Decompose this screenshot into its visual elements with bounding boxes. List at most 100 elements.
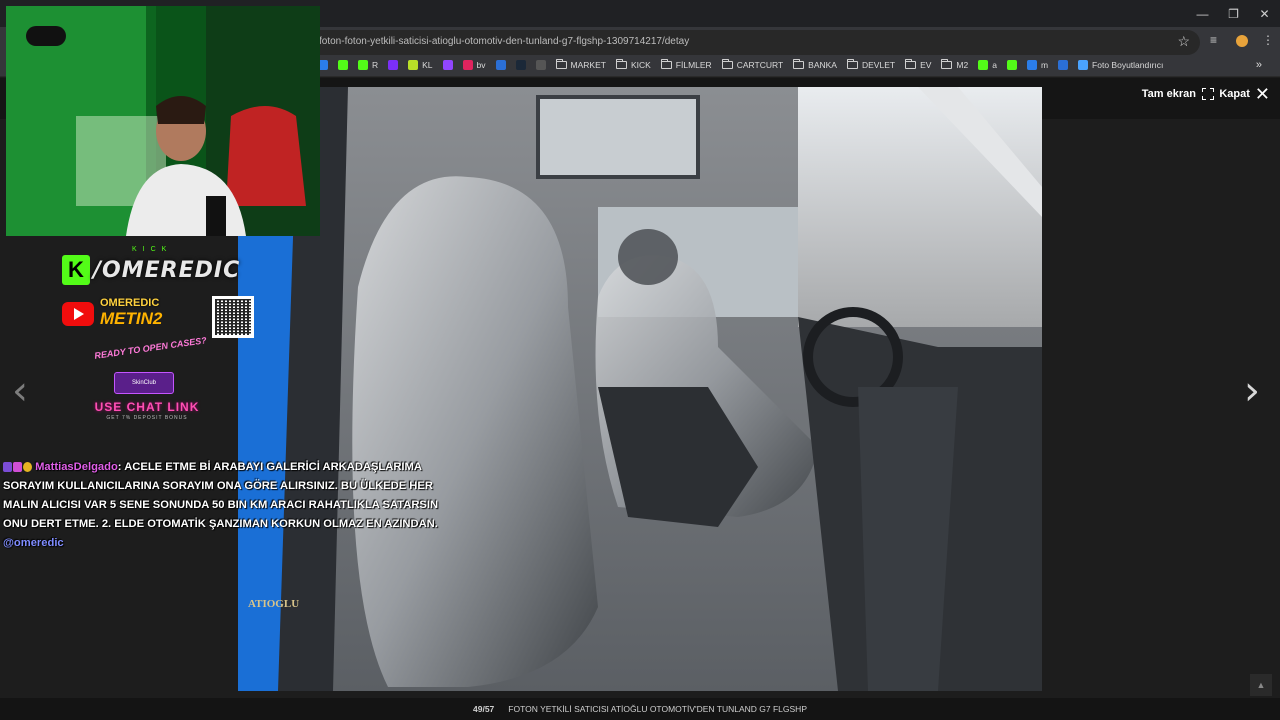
bookmark-favicon-icon xyxy=(1078,60,1089,70)
bookmark-label: a xyxy=(992,60,997,70)
bookmark-folder[interactable]: CARTCURT xyxy=(721,59,784,70)
bookmark-folder[interactable]: BANKA xyxy=(793,59,837,70)
bookmark-label: m xyxy=(1040,60,1049,70)
youtube-text: OMEREDIC METIN2 xyxy=(100,298,162,329)
bookmark-star-icon[interactable]: ☆ xyxy=(1177,33,1190,50)
streamer-webcam xyxy=(6,6,320,236)
previous-photo-arrow[interactable]: ‹ xyxy=(12,368,28,414)
bookmark-folder[interactable]: M2 xyxy=(941,59,968,70)
bookmark-folder-label: BANKA xyxy=(808,60,837,70)
bookmark-folder-label: DEVLET xyxy=(861,60,896,70)
chat-message: MattiasDelgado: ACELE ETME Bİ ARABAYI GA… xyxy=(3,458,453,553)
close-viewer-button[interactable]: Kapat ✕ xyxy=(1219,84,1270,104)
bookmark-folder[interactable]: EV xyxy=(905,59,931,70)
qr-code-icon xyxy=(212,296,254,338)
bookmarks-list: R KL bv MARKET KICK FİLMLER CARTCURT BANKA DEVLE… xyxy=(318,59,1163,70)
bookmark-favicon-icon xyxy=(358,60,368,70)
bookmark-item[interactable]: R xyxy=(358,60,378,70)
folder-icon xyxy=(905,59,917,69)
folder-icon xyxy=(846,59,858,69)
close-label: Kapat xyxy=(1219,88,1250,100)
bookmark-item[interactable] xyxy=(1058,60,1069,70)
bookmark-item[interactable]: KL xyxy=(408,60,433,70)
next-photo-arrow[interactable]: › xyxy=(1244,368,1260,414)
bookmark-folder-label: FİLMLER xyxy=(675,60,712,70)
close-icon: ✕ xyxy=(1254,84,1270,104)
bookmark-favicon-icon xyxy=(442,60,453,70)
bookmark-folder[interactable]: MARKET xyxy=(555,59,606,70)
chat-username: MattiasDelgado xyxy=(35,461,118,473)
bookmark-favicon-icon xyxy=(388,60,399,70)
bookmark-favicon-icon xyxy=(495,60,506,70)
bookmark-label: KL xyxy=(422,60,433,70)
coin-badge-icon xyxy=(23,462,32,473)
bookmark-item[interactable]: a xyxy=(978,60,997,70)
photo-footer: 49/57 FOTON YETKİLİ SATICISI ATİOĞLU OTO… xyxy=(0,698,1280,720)
bookmark-folder-label: MARKET xyxy=(570,60,606,70)
bookmark-item[interactable]: Foto Boyutlandırıcı xyxy=(1078,60,1163,70)
bookmark-folder[interactable]: DEVLET xyxy=(846,59,896,70)
kick-logo-icon: K xyxy=(62,255,90,285)
bookmark-item[interactable] xyxy=(495,60,506,70)
youtube-branding: OMEREDIC METIN2 xyxy=(62,298,162,329)
address-bar[interactable]: foton-foton-yetkili-saticisi-atioglu-oto… xyxy=(300,30,1200,55)
folder-icon xyxy=(941,59,953,69)
bookmark-favicon-icon xyxy=(978,60,989,70)
photo-illustration: ATIOGLU xyxy=(238,87,1042,691)
promo-bonus-text: GET 7% DEPOSIT BONUS xyxy=(106,415,188,421)
profile-avatar-icon[interactable] xyxy=(1236,35,1248,47)
bookmark-folder-label: KICK xyxy=(630,60,651,70)
bookmark-folder[interactable]: KICK xyxy=(615,59,651,70)
gift-badge-icon xyxy=(13,462,22,473)
bookmark-item[interactable] xyxy=(442,60,453,70)
car-interior-photo: ATIOGLU xyxy=(238,87,1042,691)
restore-button[interactable]: ❐ xyxy=(1218,0,1249,27)
media-control-icon[interactable]: ≡ xyxy=(1210,33,1217,47)
fullscreen-icon xyxy=(1202,88,1214,100)
bookmark-favicon-icon xyxy=(535,60,546,70)
photo-caption: FOTON YETKİLİ SATICISI ATİOĞLU OTOMOTİV'… xyxy=(508,704,807,714)
more-bookmarks-button[interactable]: » xyxy=(1256,59,1262,71)
bookmark-favicon-icon xyxy=(408,60,419,70)
promo-brand: SkinClub xyxy=(114,372,174,394)
bookmark-item[interactable]: bv xyxy=(462,60,486,70)
url-text[interactable]: foton-foton-yetkili-saticisi-atioglu-oto… xyxy=(319,36,689,47)
menu-kebab-icon[interactable]: ⋮ xyxy=(1262,33,1274,47)
bookmark-favicon-icon xyxy=(1026,60,1037,70)
scroll-top-button[interactable]: ▲ xyxy=(1250,674,1272,696)
folder-icon xyxy=(721,59,733,69)
bookmark-folder-label: CARTCURT xyxy=(736,60,784,70)
bookmark-favicon-icon xyxy=(1058,60,1069,70)
bookmark-favicon-icon xyxy=(515,60,526,70)
webcam-illustration xyxy=(6,6,320,236)
bookmark-item[interactable] xyxy=(515,60,526,70)
folder-icon xyxy=(660,59,672,69)
fullscreen-button[interactable]: Tam ekran xyxy=(1142,88,1214,100)
youtube-channel-name: OMEREDIC xyxy=(100,297,160,309)
window-controls: — ❐ ✕ xyxy=(1187,0,1280,27)
youtube-logo-icon xyxy=(62,301,94,326)
kick-channel-name: /OMEREDIC xyxy=(93,257,241,283)
bookmark-favicon-icon xyxy=(1006,60,1017,70)
photo-counter: 49/57 xyxy=(473,704,495,714)
chat-mention: @omeredic xyxy=(3,537,64,549)
sub-badge-icon xyxy=(3,462,12,473)
bookmark-folder[interactable]: FİLMLER xyxy=(660,59,712,70)
bookmark-item[interactable]: m xyxy=(1026,60,1049,70)
chat-badges xyxy=(3,462,32,473)
promo-link-text: USE CHAT LINK xyxy=(94,400,200,414)
bookmark-favicon-icon xyxy=(338,60,348,70)
bookmark-label: bv xyxy=(476,60,486,70)
bookmark-item[interactable] xyxy=(535,60,546,70)
skinclub-promo: READY TO OPEN CASES? SkinClub USE CHAT L… xyxy=(82,335,212,422)
bookmark-item[interactable] xyxy=(338,60,348,70)
close-window-button[interactable]: ✕ xyxy=(1249,0,1280,27)
bookmark-label: Foto Boyutlandırıcı xyxy=(1092,60,1164,70)
svg-text:ATIOGLU: ATIOGLU xyxy=(248,598,299,610)
minimize-button[interactable]: — xyxy=(1187,0,1218,27)
bookmark-item[interactable] xyxy=(1006,60,1017,70)
bookmark-item[interactable] xyxy=(388,60,399,70)
bookmark-label: R xyxy=(372,60,379,70)
folder-icon xyxy=(793,59,805,69)
fullscreen-label: Tam ekran xyxy=(1141,88,1196,100)
